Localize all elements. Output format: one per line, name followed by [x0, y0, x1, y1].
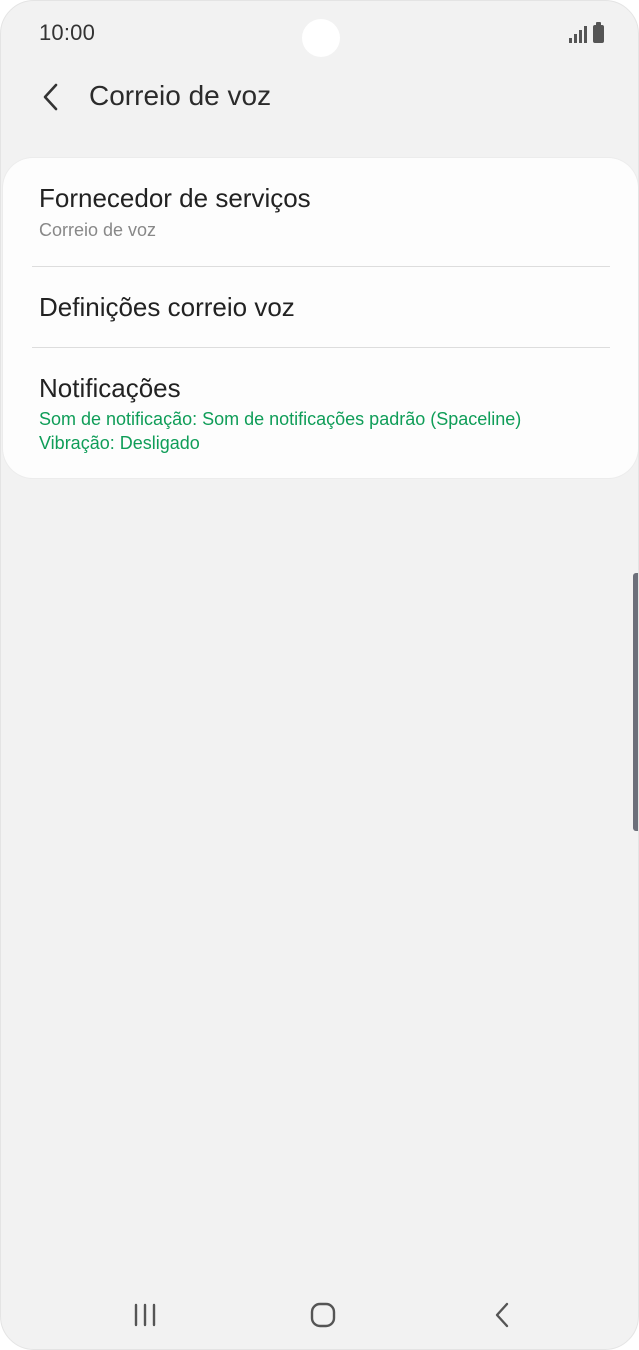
status-bar: 10:00 — [1, 1, 638, 65]
settings-card: Fornecedor de serviços Correio de voz De… — [3, 158, 638, 478]
vibration-text: Vibração: Desligado — [39, 433, 200, 453]
page-title: Correio de voz — [89, 80, 272, 111]
recents-icon — [134, 1303, 156, 1327]
divider — [32, 266, 610, 267]
app-bar: Correio de voz — [1, 65, 638, 129]
camera-cutout — [302, 19, 340, 57]
navigation-bar — [1, 1279, 638, 1349]
recents-button[interactable] — [115, 1291, 175, 1339]
chevron-left-icon — [43, 83, 58, 111]
status-time: 10:00 — [39, 20, 96, 45]
nav-back-icon — [495, 1302, 509, 1328]
battery-icon — [593, 22, 604, 43]
item-title: Definições correio voz — [39, 292, 295, 322]
list-item-notifications[interactable]: Notificações Som de notificação: Som de … — [3, 372, 638, 455]
item-title: Fornecedor de serviços — [39, 183, 311, 213]
divider — [32, 347, 610, 348]
home-button[interactable] — [293, 1291, 353, 1339]
item-subtitle: Correio de voz — [39, 220, 157, 240]
list-item-service-provider[interactable]: Fornecedor de serviços Correio de voz — [3, 182, 638, 242]
home-icon — [310, 1302, 336, 1328]
signal-icon — [569, 25, 587, 43]
scrollbar[interactable] — [633, 573, 638, 831]
notification-sound-text: Som de notificação: Som de notificações … — [39, 409, 522, 429]
status-icons — [569, 21, 604, 43]
nav-back-button[interactable] — [472, 1291, 532, 1339]
back-button[interactable] — [29, 73, 73, 121]
item-title: Notificações — [39, 373, 181, 403]
list-item-voicemail-settings[interactable]: Definições correio voz — [3, 291, 638, 323]
phone-screen: 10:00 Correio de voz Fornecedor de servi… — [0, 0, 639, 1350]
